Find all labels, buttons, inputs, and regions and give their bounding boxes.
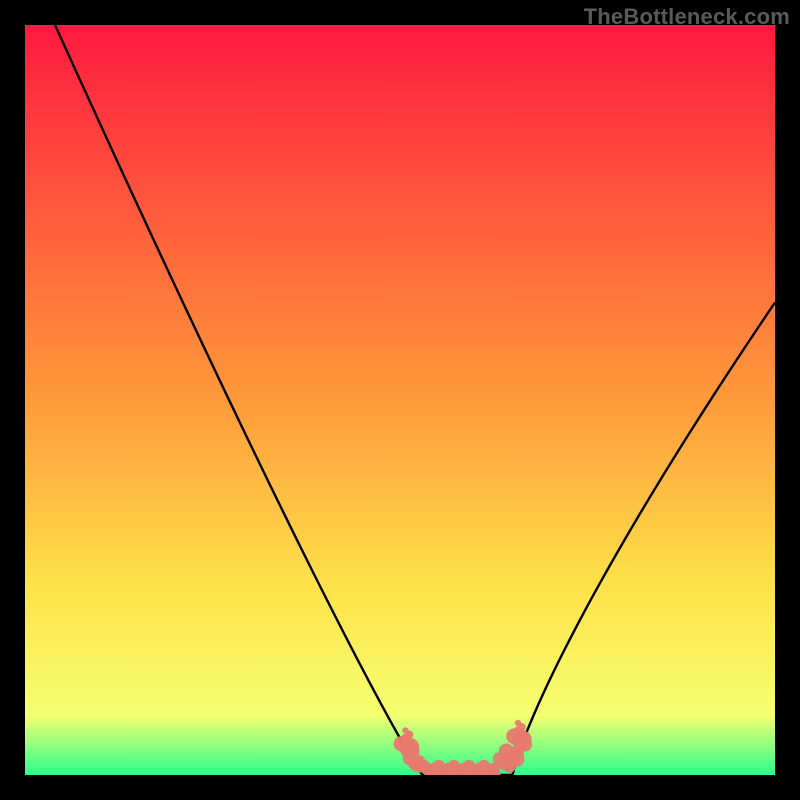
chart-frame: TheBottleneck.com: [0, 0, 800, 800]
gradient-background: [25, 25, 775, 775]
plot-svg: [25, 25, 775, 775]
plot-area: [25, 25, 775, 775]
